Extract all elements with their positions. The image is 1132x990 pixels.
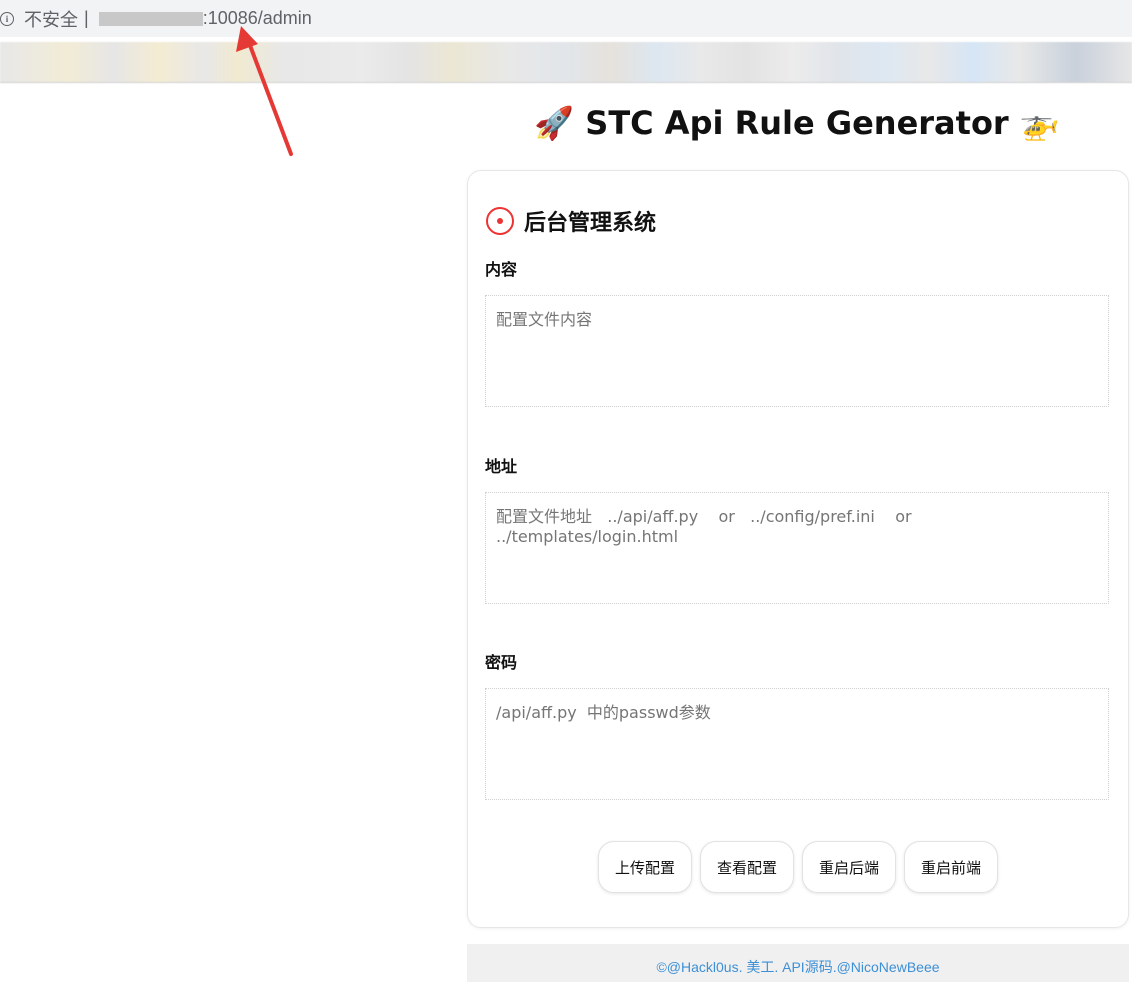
separator: | — [84, 8, 89, 28]
password-textarea[interactable] — [485, 688, 1109, 800]
security-label: 不安全 — [24, 9, 78, 30]
address-label: 地址 — [485, 457, 518, 476]
info-icon[interactable]: i — [0, 11, 14, 26]
restart-frontend-button[interactable]: 重启前端 — [904, 841, 999, 893]
card-title-text: 后台管理系统 — [524, 211, 657, 236]
upload-config-button[interactable]: 上传配置 — [597, 841, 692, 893]
browser-address-bar[interactable]: i 不安全 | :10086/admin — [0, 0, 1132, 37]
card-title: 后台管理系统 — [486, 205, 656, 237]
page-title: 🚀 STC Api Rule Generator 🚁 — [534, 104, 1060, 142]
redacted-host — [98, 11, 203, 26]
restart-backend-button[interactable]: 重启后端 — [802, 841, 897, 893]
footer-credits[interactable]: ©@Hackl0us. 美工. API源码.@NicoNewBeee — [467, 944, 1129, 982]
admin-card: 后台管理系统 内容 地址 密码 上传配置 查看配置 重启后端 重启前端 — [467, 170, 1129, 928]
address-textarea[interactable] — [485, 492, 1109, 604]
action-buttons: 上传配置 查看配置 重启后端 重启前端 — [468, 841, 1128, 893]
view-config-button[interactable]: 查看配置 — [699, 841, 794, 893]
url-path[interactable]: :10086/admin — [203, 8, 312, 29]
content-label: 内容 — [485, 260, 518, 279]
clown-icon — [486, 207, 514, 235]
password-label: 密码 — [485, 653, 518, 672]
blurred-bookmarks-bar — [0, 42, 1132, 83]
content-textarea[interactable] — [485, 295, 1109, 407]
